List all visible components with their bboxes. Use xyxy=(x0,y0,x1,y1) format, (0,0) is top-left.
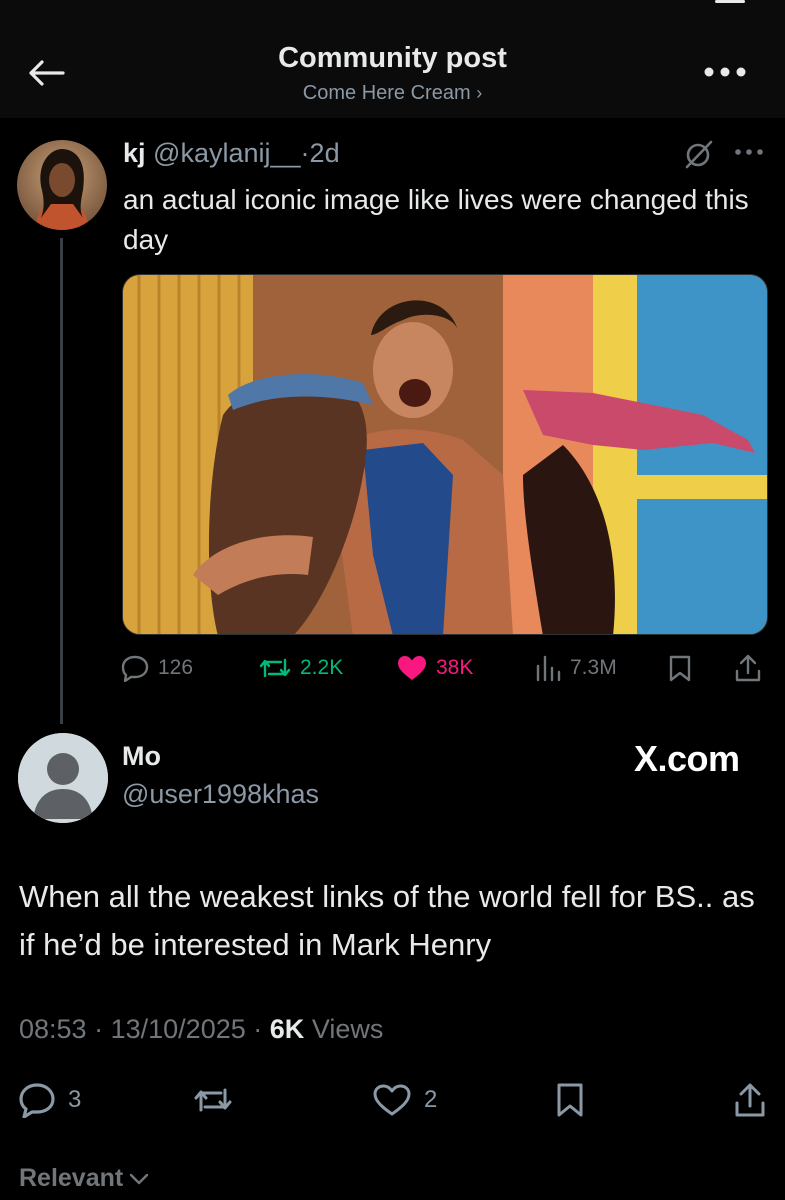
avatar[interactable] xyxy=(17,140,107,230)
photo-icon xyxy=(123,275,767,634)
community-name: Come Here Cream xyxy=(302,82,471,104)
chevron-right-icon: › xyxy=(476,83,483,103)
thread-connector xyxy=(60,238,63,724)
repost-icon xyxy=(194,1088,232,1112)
repost-button[interactable]: 2.2K xyxy=(258,648,343,688)
top-bar: Community post Come Here Cream › xyxy=(0,0,785,118)
reply-count: 3 xyxy=(68,1086,82,1113)
like-button[interactable]: 38K xyxy=(396,648,473,688)
more-horizontal-icon xyxy=(735,149,763,155)
heart-icon xyxy=(373,1084,411,1116)
like-count: 38K xyxy=(436,656,474,679)
reply-button[interactable]: 3 xyxy=(18,1078,81,1122)
tweet-text: When all the weakest links of the world … xyxy=(19,879,755,962)
heart-filled-icon xyxy=(398,656,426,680)
separator-dot: · xyxy=(253,1014,263,1044)
reply-icon xyxy=(19,1083,55,1118)
tweet-time[interactable]: 08:53 xyxy=(19,1014,87,1044)
sort-label: Relevant xyxy=(19,1164,124,1192)
views-button[interactable]: 7.3M xyxy=(534,648,617,688)
bookmark-icon xyxy=(669,655,691,682)
repost-button[interactable] xyxy=(192,1078,234,1122)
views-label: Views xyxy=(311,1014,384,1044)
like-button[interactable]: 2 xyxy=(372,1078,437,1122)
repost-count: 2.2K xyxy=(300,656,344,679)
separator-dot: · xyxy=(94,1014,104,1044)
author-name[interactable]: Mo xyxy=(122,741,161,772)
reply-button[interactable]: 126 xyxy=(120,648,193,688)
author-handle[interactable]: @kaylanij__ xyxy=(153,138,301,168)
share-icon xyxy=(735,1083,765,1117)
more-options-button[interactable] xyxy=(701,60,749,84)
chevron-down-icon xyxy=(130,1173,149,1184)
repost-icon xyxy=(259,658,291,678)
author-name[interactable]: kj xyxy=(123,138,146,168)
default-avatar-icon xyxy=(18,733,108,823)
tweet-media[interactable] xyxy=(122,274,768,635)
analytics-icon xyxy=(536,655,561,682)
bookmark-button[interactable] xyxy=(555,1078,585,1122)
reply-icon xyxy=(121,655,149,682)
reply-count: 126 xyxy=(158,656,194,679)
separator-dot: · xyxy=(300,138,310,168)
author-handle[interactable]: @user1998khas xyxy=(122,779,319,810)
quoted-tweet-header: kj @kaylanij__·2d xyxy=(123,136,340,170)
tweet-actions: 3 2 xyxy=(0,1078,785,1122)
x-com-watermark: X.com xyxy=(634,738,740,779)
tweet-text: an actual iconic image like lives were c… xyxy=(123,184,749,255)
tweet-date[interactable]: 13/10/2025 xyxy=(111,1014,246,1044)
status-indicator xyxy=(715,0,745,3)
bookmark-icon xyxy=(557,1083,583,1117)
more-horizontal-icon xyxy=(704,67,746,77)
share-button[interactable] xyxy=(734,648,762,688)
quoted-tweet-actions: 126 2.2K 38K 7.3M xyxy=(120,648,770,688)
views-count: 7.3M xyxy=(570,656,617,679)
tweet-meta: 08:53 · 13/10/2025 · 6K Views xyxy=(19,1014,383,1045)
profile-photo-icon xyxy=(17,140,107,230)
grok-icon[interactable] xyxy=(683,139,715,169)
bookmark-button[interactable] xyxy=(668,648,692,688)
tweet-more-button[interactable] xyxy=(734,142,766,162)
sort-replies-dropdown[interactable]: Relevant xyxy=(19,1164,149,1193)
like-count: 2 xyxy=(424,1086,438,1113)
page-title: Community post xyxy=(278,42,507,74)
views-count: 6K xyxy=(269,1014,305,1044)
share-icon xyxy=(735,654,761,682)
tweet-age[interactable]: 2d xyxy=(310,138,340,168)
share-button[interactable] xyxy=(733,1078,767,1122)
community-link[interactable]: Come Here Cream › xyxy=(0,82,785,105)
avatar[interactable] xyxy=(18,733,108,823)
